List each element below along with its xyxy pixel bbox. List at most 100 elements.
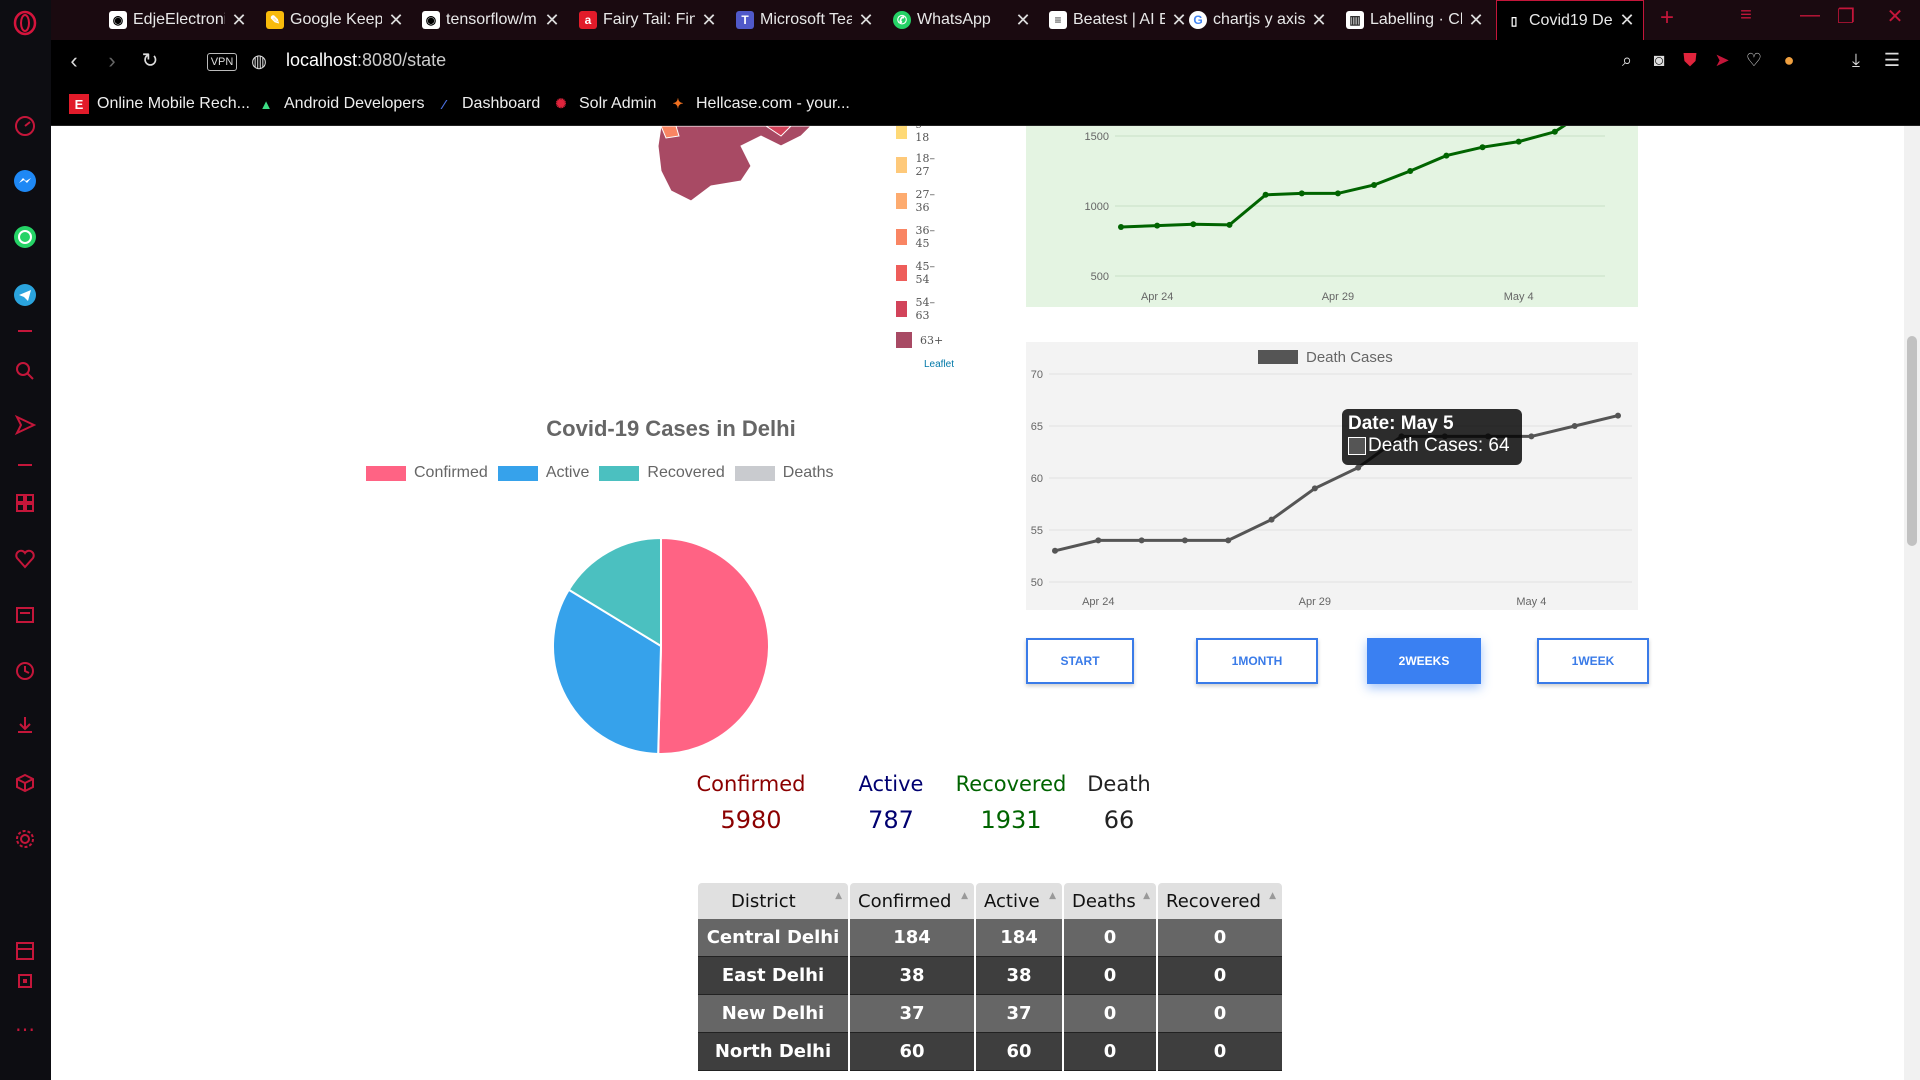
camera-icon[interactable]: ◙ — [1647, 50, 1671, 74]
table-row: North Delhi 60 60 0 0 — [698, 1033, 1282, 1071]
page-scrollbar[interactable] — [1904, 126, 1920, 1080]
pie-legend-item[interactable]: Active — [497, 464, 589, 482]
range-1week-button[interactable]: 1WEEK — [1537, 638, 1649, 684]
delhi-map[interactable] — [591, 126, 831, 206]
bookmark-item[interactable]: E Online Mobile Rech... — [69, 94, 250, 114]
flow-send-icon[interactable]: ➤ — [1710, 50, 1734, 74]
url-field[interactable]: localhost:8080/state — [286, 50, 446, 71]
window-close-icon[interactable]: ✕ — [1880, 4, 1910, 29]
recovered-line-chart[interactable]: 500 1000 1500 Apr 24 Apr 29 May 4 — [1026, 126, 1638, 307]
range-1month-button[interactable]: 1MONTH — [1196, 638, 1318, 684]
pie-slice-confirmed[interactable] — [657, 536, 770, 755]
bookmark-label: Hellcase.com - your... — [696, 95, 850, 112]
table-row: Central Delhi 184 184 0 0 — [698, 919, 1282, 957]
close-icon[interactable]: ✕ — [858, 10, 874, 31]
extension-icon[interactable]: ● — [1777, 50, 1801, 74]
google-icon: G — [1189, 11, 1207, 29]
bookmark-item[interactable]: ▲ Android Developers — [256, 94, 425, 114]
pie-legend-item[interactable]: Deaths — [734, 464, 833, 482]
tab-title: Google Keep — [290, 11, 382, 28]
box-icon[interactable] — [12, 770, 38, 796]
tab-title: tensorflow/m — [446, 11, 537, 28]
legend-item: 27–36 — [896, 188, 940, 214]
data-point — [1226, 221, 1233, 228]
address-bar: ‹ › ↻ VPN ◍ localhost:8080/state ⌕ ◙ ⛊ ➤… — [51, 40, 1920, 84]
sidebar-panel-icon[interactable] — [12, 938, 38, 964]
tab[interactable]: ✆ WhatsApp ✕ — [885, 2, 1039, 38]
tab[interactable]: ◉ EdjeElectroni ✕ — [101, 2, 255, 38]
minimize-icon[interactable]: — — [1795, 4, 1825, 27]
send-icon[interactable] — [12, 412, 38, 438]
opera-logo-icon[interactable] — [12, 10, 38, 36]
heart-outline-icon[interactable]: ♡ — [1742, 50, 1766, 74]
data-point — [1515, 138, 1522, 145]
heart-icon[interactable] — [12, 546, 38, 572]
bookmark-item[interactable]: ✺ Solr Admin — [551, 94, 657, 114]
pie-chart[interactable] — [501, 486, 821, 806]
history-icon[interactable] — [12, 658, 38, 684]
reload-icon[interactable]: ↻ — [135, 48, 165, 76]
legend-item: 63+ — [896, 332, 943, 348]
column-header-district[interactable]: District ▲ — [698, 883, 848, 919]
scrollbar-thumb[interactable] — [1907, 336, 1917, 546]
tab[interactable]: T Microsoft Tea ✕ — [728, 2, 882, 38]
restore-icon[interactable]: ❐ — [1831, 4, 1861, 29]
tab[interactable]: ✎ Google Keep ✕ — [258, 2, 412, 38]
tab[interactable]: ≡ Beatest | AI E ✕ — [1041, 2, 1195, 38]
close-icon[interactable]: ✕ — [701, 10, 717, 31]
legend-swatch — [1258, 350, 1298, 364]
download-icon[interactable]: ⤓ — [1844, 50, 1868, 74]
search-icon[interactable]: ⌕ — [1615, 50, 1639, 74]
district-table: District ▲ Confirmed ▲ Active ▲ Deaths ▲ Rec… — [696, 883, 1284, 1071]
tab[interactable]: ◉ tensorflow/m ✕ — [414, 2, 568, 38]
tab-menu-icon[interactable]: ≡ — [1731, 4, 1761, 27]
news-icon[interactable] — [12, 602, 38, 628]
column-header-active[interactable]: Active ▲ — [976, 883, 1062, 919]
whatsapp-sidebar-icon[interactable] — [12, 224, 38, 250]
tab-active[interactable]: ▯ Covid19 Delh ✕ — [1496, 0, 1644, 40]
x-tick-label: Apr 24 — [1141, 291, 1173, 303]
adblock-shield-icon[interactable]: ⛊ — [1678, 50, 1702, 74]
column-header-recovered[interactable]: Recovered ▲ — [1158, 883, 1282, 919]
search-icon[interactable] — [12, 358, 38, 384]
column-header-deaths[interactable]: Deaths ▲ — [1064, 883, 1156, 919]
forward-icon[interactable]: › — [97, 48, 127, 76]
leaflet-attribution-link[interactable]: Leaflet — [924, 359, 954, 370]
bookmark-item[interactable]: ✦ Hellcase.com - your... — [668, 94, 850, 114]
messenger-icon[interactable] — [12, 168, 38, 194]
range-start-button[interactable]: START — [1026, 638, 1134, 684]
new-tab-icon[interactable]: + — [1652, 4, 1682, 32]
close-icon[interactable]: ✕ — [544, 10, 560, 31]
easy-setup-icon[interactable]: ☰ — [1880, 50, 1904, 74]
pie-legend-item[interactable]: Confirmed — [366, 464, 488, 482]
settings-gear-icon[interactable] — [12, 826, 38, 852]
tab[interactable]: G chartjs y axis ✕ — [1181, 2, 1335, 38]
y-tick-label: 60 — [1031, 473, 1043, 485]
close-icon[interactable]: ✕ — [1619, 10, 1635, 31]
close-icon[interactable]: ✕ — [1468, 10, 1484, 31]
more-icon[interactable]: ⋯ — [12, 1016, 38, 1042]
tab-title: chartjs y axis — [1213, 11, 1305, 28]
legend-item: 18–27 — [896, 152, 940, 178]
sort-icon: ▲ — [961, 891, 968, 901]
tab[interactable]: ▥ Labelling · Ch ✕ — [1338, 2, 1492, 38]
bookmark-label: Solr Admin — [579, 95, 657, 112]
extensions-grid-icon[interactable] — [12, 490, 38, 516]
stat-death: Death 66 — [1087, 772, 1151, 834]
close-icon[interactable]: ✕ — [1311, 10, 1327, 31]
range-2weeks-button[interactable]: 2WEEKS — [1367, 638, 1481, 684]
speed-dial-icon[interactable] — [12, 113, 38, 139]
vpn-badge[interactable]: VPN — [207, 53, 237, 71]
close-icon[interactable]: ✕ — [388, 10, 404, 31]
column-header-confirmed[interactable]: Confirmed ▲ — [850, 883, 974, 919]
telegram-icon[interactable] — [12, 282, 38, 308]
chip-icon[interactable] — [12, 968, 38, 994]
death-cases-line-chart[interactable]: Death Cases 50 55 60 65 70 Apr 24 Apr 29 May 4 — [1026, 342, 1638, 610]
pie-legend-item[interactable]: Recovered — [599, 464, 725, 482]
close-icon[interactable]: ✕ — [1015, 10, 1031, 31]
tab[interactable]: a Fairy Tail: Fin ✕ — [571, 2, 725, 38]
downloads-icon[interactable] — [12, 712, 38, 738]
bookmark-item[interactable]: ⁄ Dashboard — [434, 94, 540, 114]
close-icon[interactable]: ✕ — [231, 10, 247, 31]
back-icon[interactable]: ‹ — [59, 48, 89, 76]
